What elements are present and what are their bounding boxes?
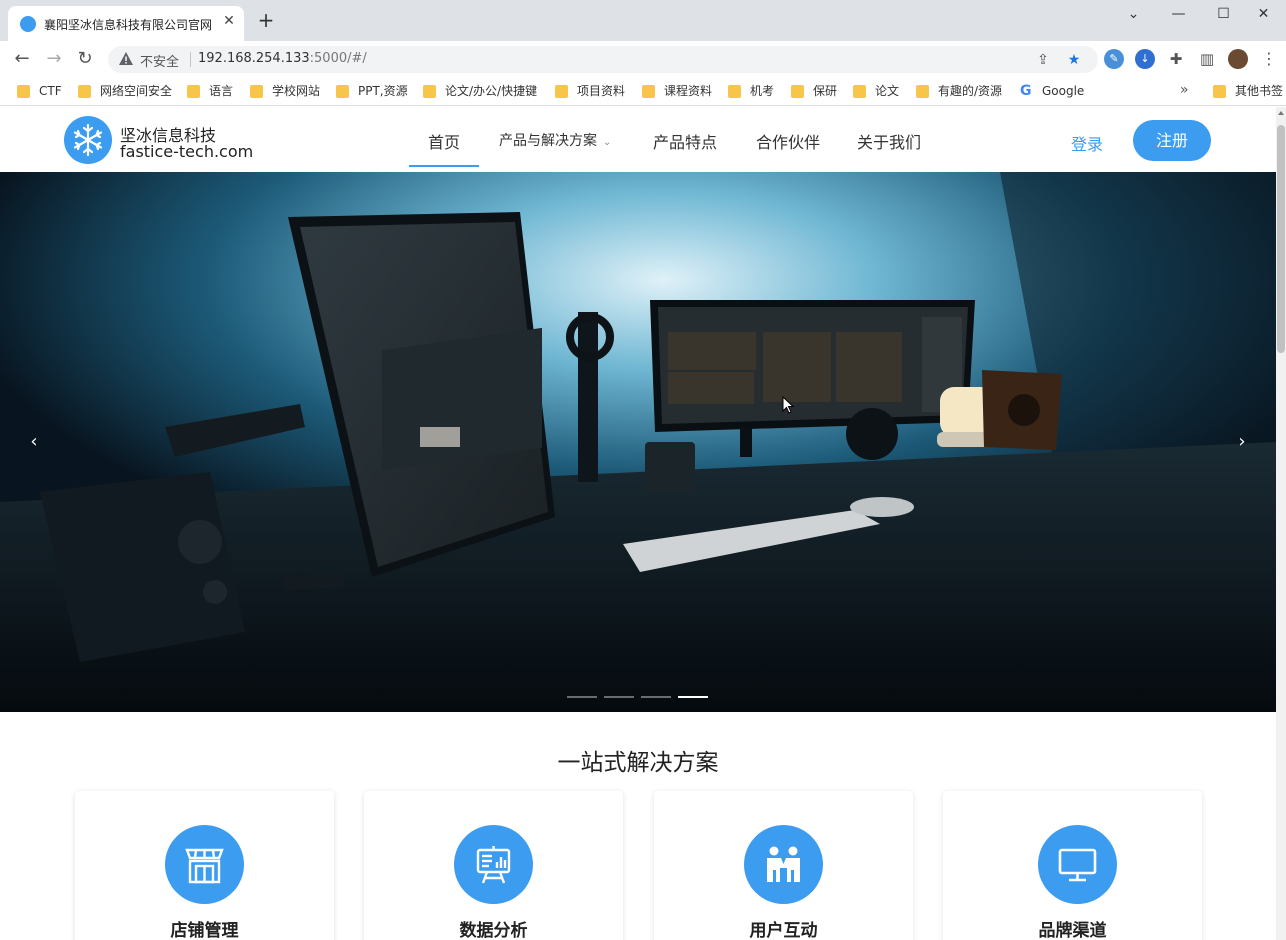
mouse-cursor-icon	[782, 396, 794, 414]
snowflake-logo-icon[interactable]	[64, 116, 112, 164]
scroll-up-icon[interactable]	[1278, 111, 1284, 115]
bookmark-item[interactable]: 机考	[728, 83, 774, 100]
reload-button[interactable]: ↻	[73, 47, 97, 71]
tab-close-icon[interactable]: ✕	[220, 12, 238, 30]
chevron-down-icon: ⌄	[603, 137, 612, 148]
solution-card[interactable]: 店铺管理	[75, 791, 334, 940]
bookmark-item[interactable]: 论文/办公/快捷键	[423, 83, 537, 100]
folder-icon	[1213, 85, 1226, 98]
browser-toolbar: ← → ↻ 不安全 192.168.254.133:5000/#/ ⇪ ★ ✎ …	[0, 41, 1286, 77]
puzzle-extensions-icon[interactable]: ✚	[1166, 49, 1186, 69]
nav-features[interactable]: 产品特点	[653, 129, 717, 153]
folder-icon	[853, 85, 866, 98]
carousel-indicator[interactable]	[641, 696, 671, 698]
login-link[interactable]: 登录	[1071, 131, 1103, 155]
snowflake-favicon-icon	[20, 16, 36, 32]
extension-icon[interactable]: ✎	[1104, 49, 1124, 69]
tab-strip: 襄阳坚冰信息科技有限公司官网 ✕ + ⌄ — ☐ ✕	[0, 0, 1286, 41]
folder-icon	[916, 85, 929, 98]
folder-icon	[791, 85, 804, 98]
presentation-chart-icon	[454, 825, 533, 904]
brand-domain[interactable]: fastice-tech.com	[120, 142, 253, 161]
page-scrollbar[interactable]	[1276, 107, 1286, 940]
scrollbar-thumb[interactable]	[1277, 125, 1285, 353]
bookmark-item[interactable]: 论文	[853, 83, 899, 100]
bookmark-item[interactable]: CTF	[17, 83, 62, 100]
back-button[interactable]: ←	[10, 47, 34, 71]
carousel-indicator-active[interactable]	[678, 696, 708, 698]
bookmark-item[interactable]: 项目资料	[555, 83, 625, 100]
tab-title: 襄阳坚冰信息科技有限公司官网	[44, 18, 213, 32]
tab-search-chevron-icon[interactable]: ⌄	[1111, 0, 1156, 30]
carousel-prev-icon[interactable]: ‹	[22, 430, 46, 454]
minimize-button[interactable]: —	[1156, 0, 1201, 30]
folder-icon	[187, 85, 200, 98]
folder-icon	[78, 85, 91, 98]
card-title: 用户互动	[749, 921, 818, 940]
browser-tab[interactable]: 襄阳坚冰信息科技有限公司官网 ✕	[8, 6, 244, 41]
share-icon[interactable]: ⇪	[1034, 51, 1052, 69]
users-icon	[744, 825, 823, 904]
hero-image	[0, 172, 1276, 712]
hero-carousel[interactable]: ‹ ›	[0, 172, 1276, 712]
nav-products[interactable]: 产品与解决方案 ⌄	[499, 130, 611, 150]
bookmark-item[interactable]: 有趣的/资源	[916, 83, 1002, 100]
nav-products-label: 产品与解决方案	[499, 133, 597, 149]
site-header: 坚冰信息科技 fastice-tech.com 首页 产品与解决方案 ⌄ 产品特点…	[0, 107, 1276, 172]
solution-card[interactable]: 用户互动	[654, 791, 913, 940]
profile-avatar[interactable]	[1228, 49, 1248, 69]
new-tab-button[interactable]: +	[256, 10, 276, 30]
solution-card[interactable]: 品牌渠道	[943, 791, 1202, 940]
maximize-button[interactable]: ☐	[1201, 0, 1246, 30]
nav-active-indicator	[409, 165, 479, 167]
folder-icon	[642, 85, 655, 98]
bookmark-item[interactable]: 网络空间安全	[78, 83, 172, 100]
bookmark-item[interactable]: 语言	[187, 83, 233, 100]
folder-icon	[336, 85, 349, 98]
section-title: 一站式解决方案	[557, 750, 719, 776]
url-host: 192.168.254.133	[198, 51, 310, 66]
carousel-indicator[interactable]	[604, 696, 634, 698]
nav-home[interactable]: 首页	[428, 129, 460, 153]
bookmarks-overflow-icon[interactable]: »	[1180, 82, 1189, 98]
card-title: 店铺管理	[170, 921, 239, 940]
folder-icon	[17, 85, 30, 98]
bookmark-star-icon[interactable]: ★	[1065, 51, 1083, 69]
warning-icon[interactable]	[118, 51, 134, 67]
google-icon: G	[1020, 83, 1032, 99]
security-label[interactable]: 不安全	[140, 51, 179, 70]
url-path: :5000/#/	[309, 51, 367, 66]
bookmark-item[interactable]: 课程资料	[642, 83, 712, 100]
url-text[interactable]: 192.168.254.133:5000/#/	[198, 51, 367, 66]
other-bookmarks[interactable]: 其他书签	[1213, 83, 1283, 100]
address-bar[interactable]: 不安全 192.168.254.133:5000/#/ ⇪ ★	[108, 46, 1098, 73]
bookmark-item[interactable]: 学校网站	[250, 83, 320, 100]
address-divider	[190, 52, 191, 67]
nav-partners[interactable]: 合作伙伴	[756, 129, 820, 153]
bookmark-item[interactable]: 保研	[791, 83, 837, 100]
storefront-icon	[165, 825, 244, 904]
bookmark-item[interactable]: G Google	[1020, 83, 1084, 100]
download-icon[interactable]: ↓	[1135, 49, 1155, 69]
carousel-indicator[interactable]	[567, 696, 597, 698]
folder-icon	[728, 85, 741, 98]
folder-icon	[423, 85, 436, 98]
solution-card[interactable]: 数据分析	[364, 791, 623, 940]
nav-about[interactable]: 关于我们	[857, 129, 921, 153]
bookmark-item[interactable]: PPT,资源	[336, 83, 408, 100]
folder-icon	[555, 85, 568, 98]
bookmarks-bar: CTF 网络空间安全 语言 学校网站 PPT,资源 论文/办公/快捷键 项目资料…	[0, 77, 1286, 106]
card-title: 数据分析	[459, 921, 528, 940]
monitor-icon	[1038, 825, 1117, 904]
carousel-next-icon[interactable]: ›	[1230, 430, 1254, 454]
forward-button[interactable]: →	[42, 47, 66, 71]
side-panel-icon[interactable]: ▥	[1197, 49, 1217, 69]
register-button[interactable]: 注册	[1133, 120, 1211, 161]
close-window-button[interactable]: ✕	[1241, 0, 1286, 30]
menu-kebab-icon[interactable]: ⋮	[1259, 49, 1279, 69]
folder-icon	[250, 85, 263, 98]
card-title: 品牌渠道	[1038, 921, 1107, 940]
